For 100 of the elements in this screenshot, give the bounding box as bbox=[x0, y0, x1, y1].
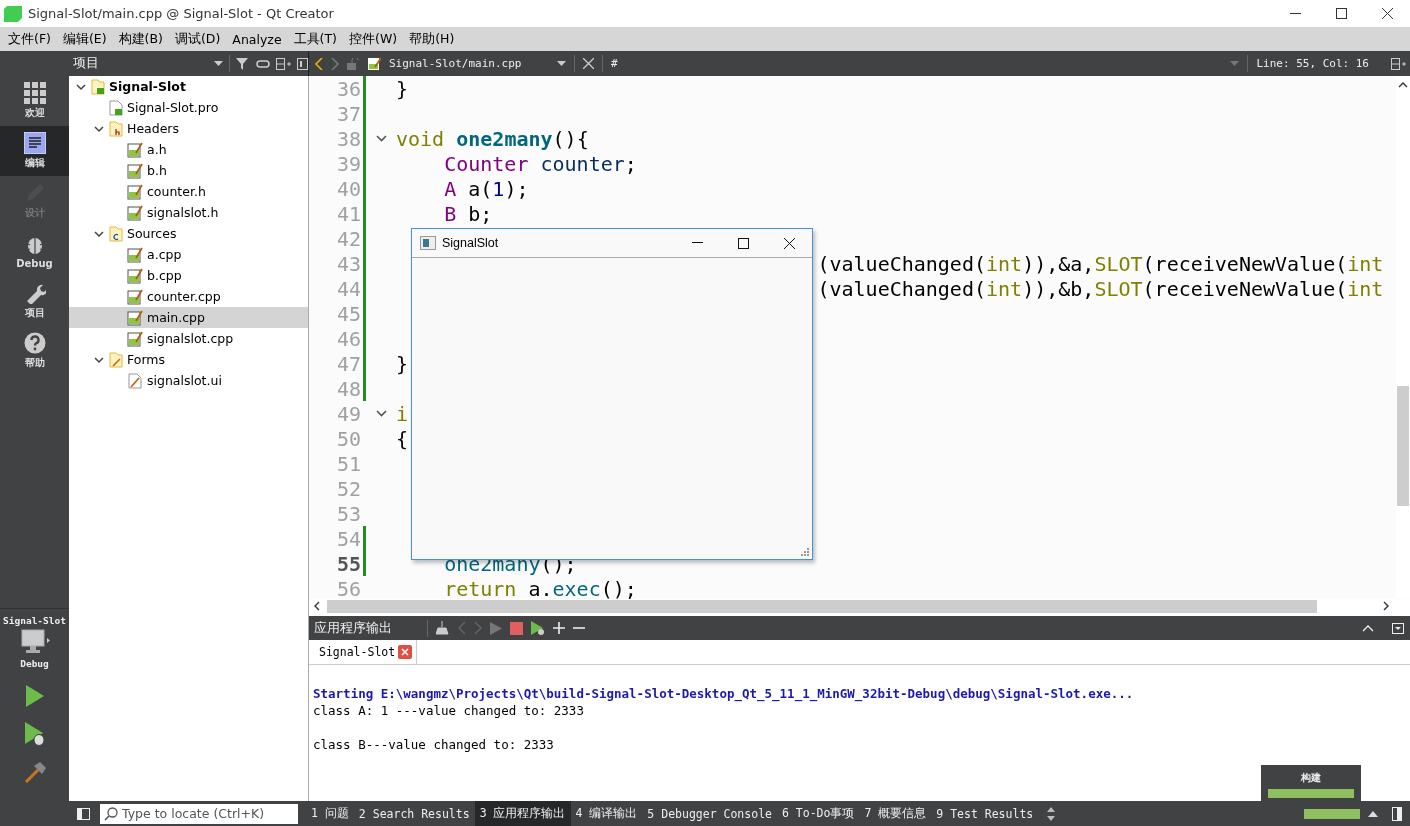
tree-item[interactable]: b.h bbox=[69, 160, 308, 181]
output-pane-button[interactable]: 9 Test Results bbox=[931, 801, 1039, 826]
tree-item[interactable]: b.cpp bbox=[69, 265, 308, 286]
window-title: SignalSlot bbox=[442, 236, 500, 250]
tree-item[interactable]: signalslot.h bbox=[69, 202, 308, 223]
code-line: } bbox=[396, 351, 409, 376]
line-number: 42 bbox=[335, 226, 361, 251]
line-number: 47 bbox=[335, 351, 361, 376]
menu-item[interactable]: Analyze bbox=[226, 31, 288, 47]
expand-icon[interactable] bbox=[1368, 810, 1378, 817]
close-icon[interactable] bbox=[783, 237, 795, 249]
line-number: 51 bbox=[335, 451, 361, 476]
resize-grip-icon[interactable] bbox=[801, 548, 809, 556]
mode-button[interactable]: 帮助 bbox=[0, 326, 69, 376]
close-icon[interactable] bbox=[1381, 8, 1393, 19]
mode-button[interactable]: 编辑 bbox=[0, 126, 69, 176]
file-selector[interactable]: Signal-Slot/main.cpp bbox=[389, 57, 549, 70]
window-title: Signal-Slot/main.cpp @ Signal-Slot - Qt Creator bbox=[28, 6, 335, 21]
project-file-icon bbox=[109, 99, 123, 116]
code-line: A a(1); bbox=[443, 176, 529, 201]
up-down-arrow-icon[interactable] bbox=[1046, 806, 1057, 821]
code-line: void one2many(){ bbox=[396, 126, 589, 151]
menu-item[interactable]: 控件(W) bbox=[343, 30, 404, 48]
symbol-selector[interactable]: # bbox=[611, 57, 618, 70]
scrollbar-thumb[interactable] bbox=[327, 599, 1317, 613]
line-number: 54 bbox=[335, 526, 361, 551]
search-icon bbox=[104, 806, 118, 821]
zoom-in-icon[interactable] bbox=[553, 622, 565, 634]
menu-item[interactable]: 调试(D) bbox=[168, 30, 227, 48]
output-pane-button[interactable]: 4 编译输出 bbox=[570, 801, 643, 826]
output-pane-button[interactable]: 5 Debugger Console bbox=[642, 801, 777, 826]
tree-item[interactable]: Signal-Slot bbox=[69, 76, 308, 97]
tree-item[interactable]: main.cpp bbox=[69, 307, 308, 328]
panel-icon[interactable] bbox=[1392, 806, 1402, 821]
source-file-icon bbox=[127, 204, 143, 221]
stop-icon[interactable] bbox=[510, 621, 523, 635]
sidebar-toggle-icon[interactable] bbox=[76, 807, 90, 820]
maximize-icon[interactable] bbox=[737, 237, 749, 249]
output-pane-button[interactable]: 3 应用程序输出 bbox=[474, 801, 571, 826]
dropdown-arrow-icon[interactable] bbox=[557, 61, 566, 66]
output-pane-button[interactable]: 1 问题 bbox=[306, 801, 354, 826]
menu-item[interactable]: 编辑(E) bbox=[56, 30, 113, 48]
menu-item[interactable]: 文件(F) bbox=[2, 30, 57, 48]
line-number: 41 bbox=[335, 201, 361, 226]
debug-run-icon[interactable] bbox=[23, 722, 46, 746]
tree-item[interactable]: Sources bbox=[69, 223, 308, 244]
mode-button[interactable]: 欢迎 bbox=[0, 76, 69, 126]
maximize-icon[interactable] bbox=[1335, 8, 1347, 19]
code-line: B b; bbox=[443, 201, 493, 226]
source-file-icon bbox=[127, 267, 143, 284]
app-logo-icon bbox=[4, 5, 22, 22]
menu-item[interactable]: 帮助(H) bbox=[403, 30, 461, 48]
dropdown-arrow-icon[interactable] bbox=[214, 61, 223, 66]
menu-item[interactable]: 构建(B) bbox=[112, 30, 169, 48]
document-icon bbox=[367, 56, 381, 71]
output-pane-button[interactable]: 2 Search Results bbox=[353, 801, 475, 826]
mode-button[interactable]: Debug bbox=[0, 226, 69, 276]
output-line: class A: 1 ---value changed to: 2333 bbox=[313, 702, 585, 719]
output-pane-button[interactable]: 6 To-Do事项 bbox=[777, 801, 860, 826]
minimize-icon[interactable] bbox=[691, 242, 703, 244]
close-pane-icon[interactable] bbox=[297, 57, 308, 70]
run-icon[interactable] bbox=[24, 685, 45, 707]
line-number: 49 bbox=[335, 401, 361, 426]
split-icon[interactable] bbox=[276, 57, 291, 70]
line-number: 39 bbox=[335, 151, 361, 176]
line-number: 40 bbox=[335, 176, 361, 201]
view-selector[interactable]: 项目 bbox=[73, 55, 208, 72]
scroll-up-icon[interactable] bbox=[1398, 81, 1408, 89]
tree-item[interactable]: a.cpp bbox=[69, 244, 308, 265]
tree-item[interactable]: Forms bbox=[69, 349, 308, 370]
line-number: 44 bbox=[335, 276, 361, 301]
scrollbar-thumb[interactable] bbox=[1397, 386, 1409, 506]
tree-item[interactable]: Headers bbox=[69, 118, 308, 139]
line-number: 52 bbox=[335, 476, 361, 501]
filter-icon[interactable] bbox=[236, 57, 250, 70]
folder-icon bbox=[109, 225, 123, 242]
folder-icon bbox=[91, 78, 105, 95]
split-icon[interactable] bbox=[1391, 57, 1406, 70]
hammer-icon[interactable] bbox=[23, 761, 46, 783]
minimize-icon[interactable] bbox=[1289, 12, 1301, 15]
tree-item[interactable]: counter.h bbox=[69, 181, 308, 202]
scroll-right-icon[interactable] bbox=[1382, 601, 1390, 611]
tree-item[interactable]: signalslot.cpp bbox=[69, 328, 308, 349]
debug-run-icon[interactable] bbox=[531, 621, 545, 635]
clear-icon[interactable] bbox=[436, 621, 450, 635]
menu-item[interactable]: 工具(T) bbox=[287, 30, 343, 48]
maximize-pane-icon[interactable] bbox=[1362, 624, 1374, 632]
mode-button[interactable]: 项目 bbox=[0, 276, 69, 326]
tree-item[interactable]: Signal-Slot.pro bbox=[69, 97, 308, 118]
folder-icon bbox=[109, 351, 123, 368]
app-icon bbox=[420, 236, 436, 250]
line-number: 48 bbox=[335, 376, 361, 401]
tree-item[interactable]: counter.cpp bbox=[69, 286, 308, 307]
tree-item[interactable]: a.h bbox=[69, 139, 308, 160]
output-pane-button[interactable]: 7 概要信息 bbox=[859, 801, 932, 826]
line-number: 56 bbox=[335, 576, 361, 599]
tree-item[interactable]: signalslot.ui bbox=[69, 370, 308, 391]
locate-field[interactable]: Type to locate (Ctrl+K) bbox=[100, 803, 298, 824]
link-icon[interactable] bbox=[256, 58, 270, 69]
scroll-left-icon[interactable] bbox=[313, 601, 321, 611]
